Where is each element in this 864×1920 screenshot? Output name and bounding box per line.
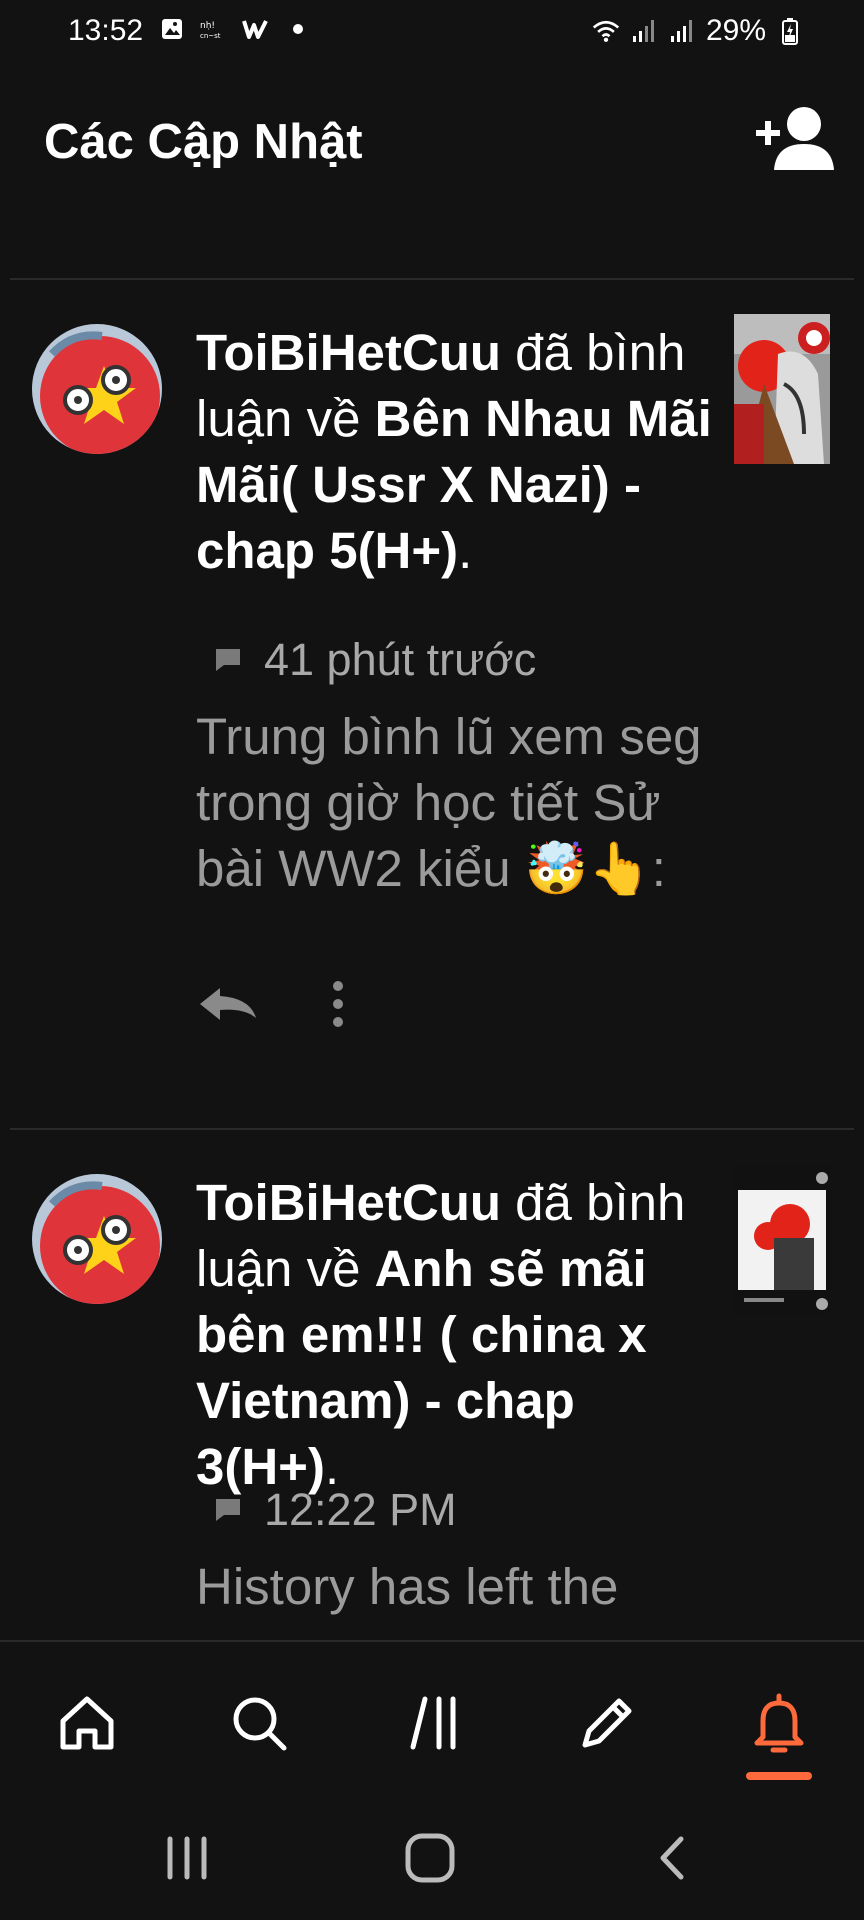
timestamp: 41 phút trước bbox=[264, 634, 537, 685]
username-link[interactable]: ToiBiHetCuu bbox=[196, 1174, 501, 1231]
status-time: 13:52 bbox=[68, 14, 144, 47]
back-button[interactable] bbox=[644, 1828, 704, 1888]
divider bbox=[10, 278, 854, 280]
wattpad-icon bbox=[242, 16, 270, 42]
reply-button[interactable] bbox=[196, 984, 260, 1029]
add-user-button[interactable] bbox=[752, 104, 836, 174]
svg-text:nḥ!: nḥ! bbox=[200, 21, 215, 31]
comment-icon bbox=[216, 1499, 240, 1521]
gallery-icon bbox=[158, 16, 186, 42]
add-user-icon bbox=[756, 107, 834, 170]
comment-icon bbox=[216, 649, 240, 671]
more-vertical-icon bbox=[333, 981, 343, 1027]
divider bbox=[10, 1128, 854, 1130]
notifications-bell-icon bbox=[754, 1693, 804, 1753]
home-button-icon bbox=[405, 1833, 455, 1883]
recent-apps-icon bbox=[167, 1836, 207, 1880]
story-cover-thumbnail[interactable] bbox=[734, 314, 830, 464]
app-logo-icon: nḥ! cn~st bbox=[200, 16, 228, 42]
battery-charging-icon bbox=[776, 18, 804, 45]
comment-preview[interactable]: Trung bình lũ xem seg trong giờ học tiết… bbox=[196, 704, 716, 902]
wifi-icon bbox=[592, 18, 620, 44]
nav-write[interactable] bbox=[572, 1688, 642, 1758]
page-title: Các Cập Nhật bbox=[44, 115, 363, 169]
comment-preview[interactable]: History has left the bbox=[196, 1554, 716, 1620]
partial-previous-item bbox=[210, 224, 360, 228]
back-icon bbox=[660, 1836, 684, 1880]
search-icon bbox=[233, 1697, 287, 1751]
timestamp: 12:22 PM bbox=[264, 1484, 457, 1535]
notification-text[interactable]: ToiBiHetCuu đã bình luận về Anh sẽ mãi b… bbox=[196, 1170, 716, 1500]
more-options-button[interactable] bbox=[330, 980, 346, 1033]
end-punct: . bbox=[458, 522, 473, 579]
app-header: Các Cập Nhật bbox=[0, 64, 864, 224]
avatar[interactable] bbox=[32, 324, 162, 454]
avatar[interactable] bbox=[32, 1174, 162, 1304]
active-tab-indicator bbox=[746, 1772, 812, 1780]
timestamp-row: 41 phút trước bbox=[214, 634, 536, 686]
status-bar: 13:52 nḥ! cn~st 29% bbox=[0, 0, 864, 64]
write-icon bbox=[582, 1698, 632, 1748]
bottom-nav bbox=[0, 1640, 864, 1780]
home-button[interactable] bbox=[400, 1828, 460, 1888]
notifications-list[interactable]: ToiBiHetCuu đã bình luận về Bên Nhau Mãi… bbox=[0, 224, 864, 1640]
story-cover-thumbnail[interactable] bbox=[734, 1164, 830, 1314]
signal-icon bbox=[630, 18, 658, 44]
system-nav-bar bbox=[0, 1780, 864, 1920]
signal-icon bbox=[668, 18, 696, 44]
timestamp-row: 12:22 PM bbox=[214, 1484, 457, 1536]
nav-search[interactable] bbox=[224, 1688, 294, 1758]
svg-text:cn~st: cn~st bbox=[200, 32, 221, 40]
nav-home[interactable] bbox=[52, 1688, 122, 1758]
reply-icon bbox=[200, 988, 256, 1020]
nav-notifications[interactable] bbox=[744, 1688, 814, 1758]
library-icon bbox=[410, 1696, 456, 1750]
notification-text[interactable]: ToiBiHetCuu đã bình luận về Bên Nhau Mãi… bbox=[196, 320, 716, 584]
battery-percent: 29% bbox=[705, 14, 766, 47]
recent-apps-button[interactable] bbox=[157, 1828, 217, 1888]
nav-library[interactable] bbox=[400, 1688, 470, 1758]
username-link[interactable]: ToiBiHetCuu bbox=[196, 324, 501, 381]
dot-icon bbox=[284, 16, 312, 42]
home-icon bbox=[60, 1696, 114, 1750]
